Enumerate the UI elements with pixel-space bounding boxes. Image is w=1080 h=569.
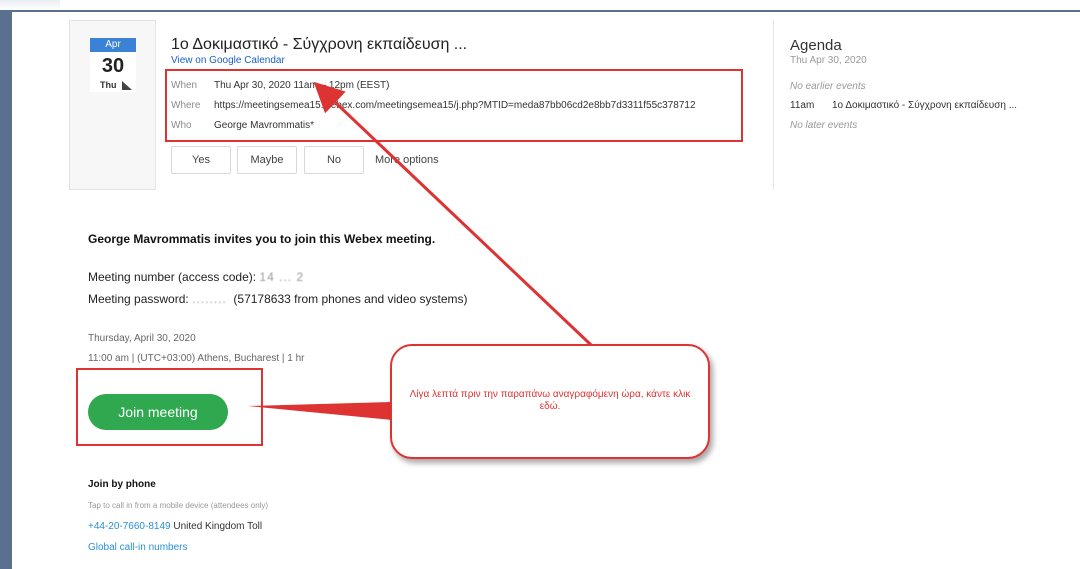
- meeting-number-value: 14 ... 2: [259, 270, 305, 284]
- callout-text: Λίγα λεπτά πριν την παραπάνω αναγραφόμεν…: [409, 389, 691, 412]
- agenda-event-title: 1ο Δοκιμαστικό - Σύγχρονη εκπαίδευση ...: [832, 100, 1018, 111]
- page-fold-icon: [122, 81, 132, 90]
- calendar-date-badge: Apr 30 Thu: [90, 38, 136, 92]
- agenda-event-item[interactable]: 11am 1ο Δοκιμαστικό - Σύγχρονη εκπαίδευση…: [790, 100, 1017, 111]
- badge-weekday: Thu: [90, 78, 136, 92]
- arrow-to-join-button: [248, 402, 392, 420]
- meeting-date: Thursday, April 30, 2020: [88, 333, 196, 344]
- invite-heading: George Mavrommatis invites you to join t…: [88, 232, 436, 246]
- rsvp-yes-button[interactable]: Yes: [171, 146, 231, 174]
- meeting-number-line: Meeting number (access code): 14 ... 2: [88, 270, 304, 284]
- agenda-no-later: No later events: [790, 120, 858, 131]
- meeting-password-suffix: (57178633 from phones and video systems): [233, 292, 468, 306]
- join-button-highlight: [76, 368, 263, 446]
- badge-month: Apr: [90, 38, 136, 52]
- meeting-password-label: Meeting password:: [88, 292, 193, 306]
- global-call-in-link[interactable]: Global call-in numbers: [88, 542, 188, 553]
- phone-number-link[interactable]: +44-20-7660-8149: [88, 521, 171, 532]
- top-border: [0, 10, 1080, 12]
- more-options-link[interactable]: More options: [375, 154, 439, 166]
- meeting-number-label: Meeting number (access code):: [88, 270, 260, 284]
- agenda-event-time: 11am: [790, 100, 815, 111]
- badge-day: 30: [90, 52, 136, 78]
- rsvp-maybe-button[interactable]: Maybe: [237, 146, 297, 174]
- meeting-password-line: Meeting password: ........ (57178633 fro…: [88, 292, 468, 306]
- phone-number-suffix: United Kingdom Toll: [170, 521, 263, 532]
- agenda-no-earlier: No earlier events: [790, 81, 866, 92]
- left-border: [0, 10, 12, 569]
- badge-weekday-label: Thu: [100, 80, 117, 90]
- join-by-phone-subtext: Tap to call in from a mobile device (att…: [88, 501, 269, 510]
- rsvp-no-button[interactable]: No: [304, 146, 364, 174]
- meeting-password-value: ........: [192, 292, 227, 306]
- event-title: 1ο Δοκιμαστικό - Σύγχρονη εκπαίδευση ...: [171, 36, 468, 53]
- phone-number-line: +44-20-7660-8149 United Kingdom Toll: [88, 521, 262, 532]
- top-fade: [0, 0, 60, 10]
- join-by-phone-heading: Join by phone: [88, 479, 156, 490]
- agenda-title: Agenda: [790, 37, 842, 54]
- agenda-date: Thu Apr 30, 2020: [790, 55, 867, 66]
- view-calendar-link[interactable]: View on Google Calendar: [171, 55, 285, 66]
- event-details-highlight: [165, 69, 743, 142]
- meeting-time: 11:00 am | (UTC+03:00) Athens, Bucharest…: [88, 353, 305, 364]
